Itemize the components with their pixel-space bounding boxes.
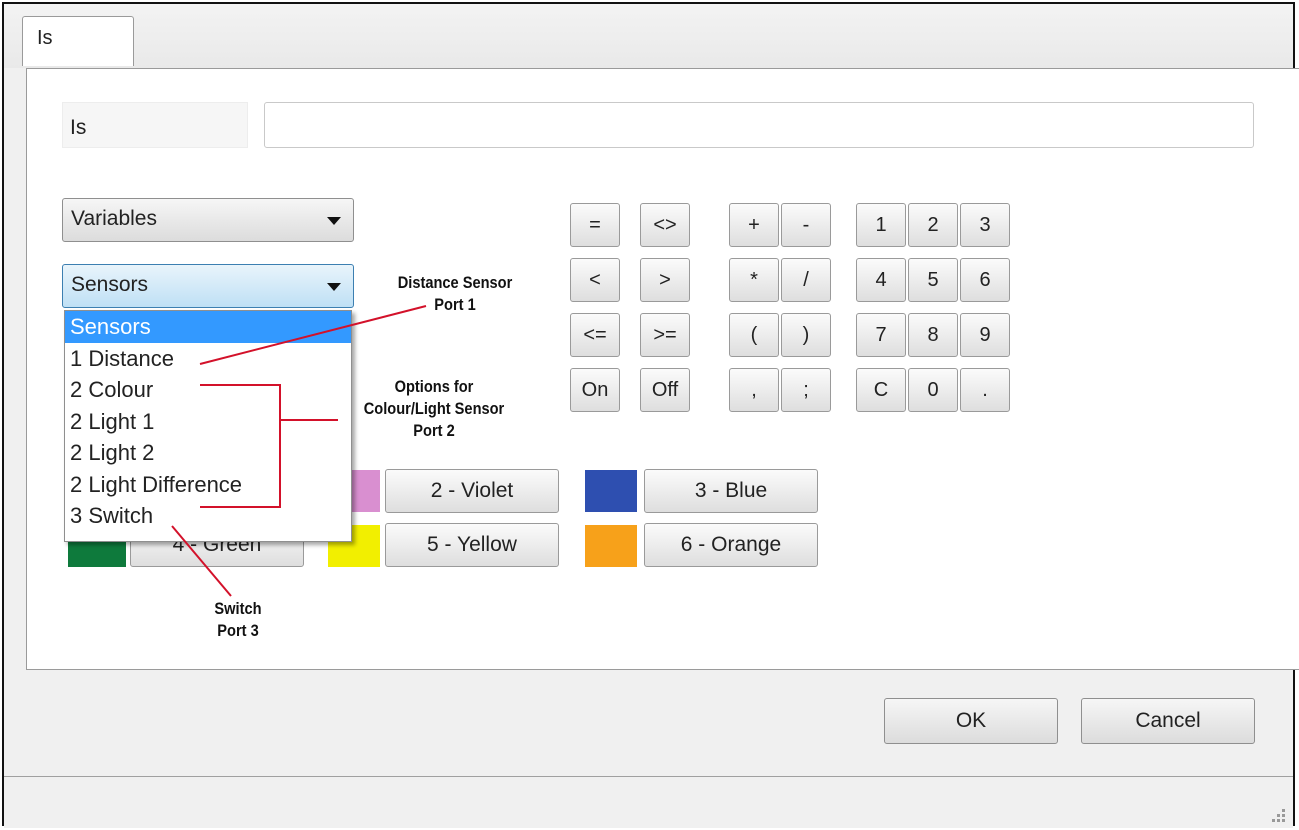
callout-bracket-colour — [200, 384, 338, 508]
annotation-colour: Options for Colour/Light Sensor Port 2 — [339, 376, 528, 442]
annotation-distance: Distance Sensor Port 1 — [373, 272, 536, 316]
callout-line-switch — [171, 525, 232, 597]
annotation-switch: Switch Port 3 — [195, 598, 281, 642]
callout-lines — [171, 305, 427, 597]
annotation-switch-line1: Switch — [214, 599, 262, 618]
annotation-colour-line1: Options for — [394, 377, 474, 396]
annotation-distance-line1: Distance Sensor — [397, 273, 513, 292]
annotation-distance-line2: Port 1 — [434, 295, 476, 314]
annotation-colour-line3: Port 2 — [413, 421, 455, 440]
annotation-colour-line2: Colour/Light Sensor — [363, 399, 505, 418]
annotation-switch-line2: Port 3 — [217, 621, 259, 640]
